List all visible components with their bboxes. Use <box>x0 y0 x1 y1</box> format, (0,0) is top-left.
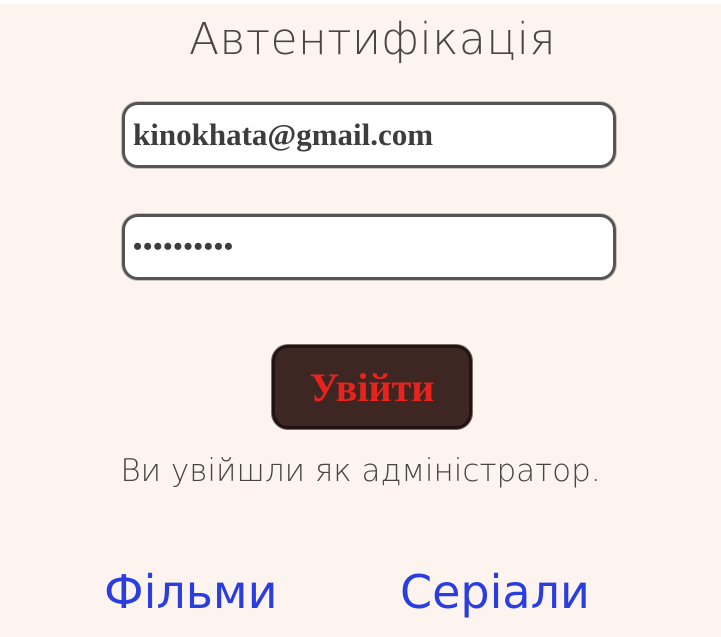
top-divider <box>0 0 721 4</box>
status-message: Ви увійшли як адміністратор. <box>120 453 601 489</box>
series-link[interactable]: Серіали <box>400 565 590 619</box>
page-title: Автентифікація <box>188 14 557 65</box>
films-link[interactable]: Фільми <box>104 565 278 619</box>
email-field[interactable] <box>122 102 616 168</box>
login-button[interactable]: Увійти <box>272 345 472 429</box>
password-field[interactable] <box>122 214 616 280</box>
auth-page: Автентифікація Увійти Ви увійшли як адмі… <box>0 0 721 637</box>
